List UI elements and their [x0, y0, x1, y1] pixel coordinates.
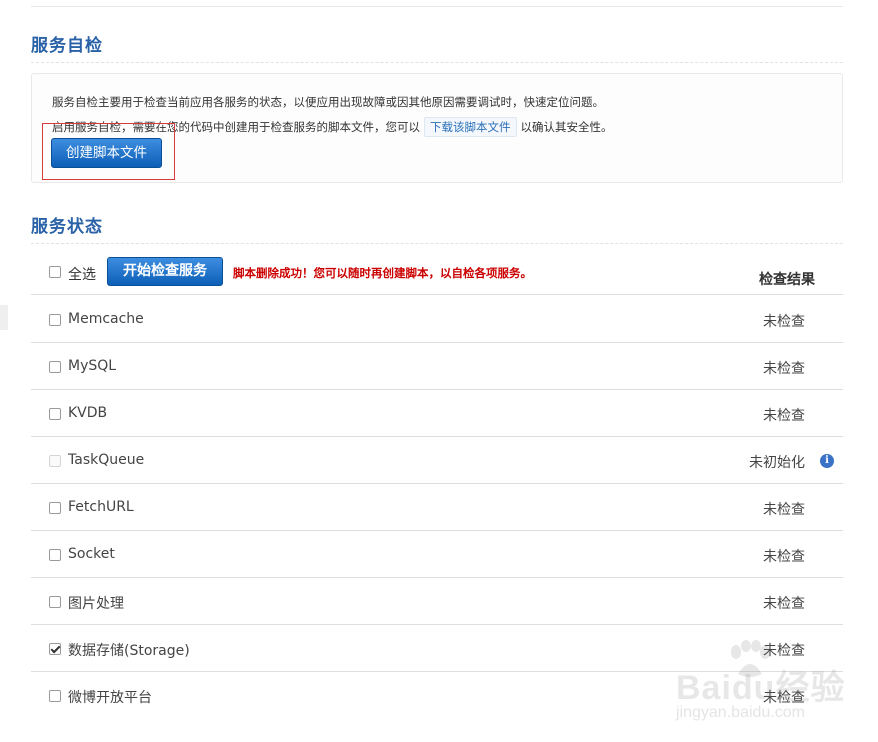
description-prefix: 启用服务自检，需要在您的代码中创建用于检查服务的脚本文件，您可以	[52, 120, 420, 134]
service-checkbox[interactable]	[49, 361, 61, 373]
service-status: 未检查	[763, 549, 805, 565]
service-checkbox[interactable]	[49, 549, 61, 561]
start-check-button[interactable]: 开始检查服务	[107, 257, 223, 286]
service-name: FetchURL	[68, 499, 134, 515]
service-status-divider	[31, 243, 843, 244]
service-status: 未检查	[763, 596, 805, 612]
success-message: 脚本删除成功！您可以随时再创建脚本，以自检各项服务。	[233, 266, 532, 280]
service-checkbox[interactable]	[49, 502, 61, 514]
service-name: 图片处理	[68, 596, 124, 612]
result-column-header: 检查结果	[759, 272, 815, 288]
service-checkbox	[49, 455, 61, 467]
service-name: MySQL	[68, 358, 117, 374]
service-row: 微博开放平台 未检查	[31, 672, 843, 719]
service-status: 未检查	[763, 314, 805, 330]
select-all-checkbox[interactable]	[49, 266, 61, 278]
service-status: 未检查	[763, 502, 805, 518]
description-suffix: 以确认其安全性。	[520, 120, 613, 134]
service-row: 数据存储(Storage) 未检查	[31, 625, 843, 672]
info-icon[interactable]: i	[820, 454, 834, 468]
service-row: TaskQueue 未初始化 i	[31, 437, 843, 484]
top-divider	[31, 6, 843, 7]
service-checkbox[interactable]	[49, 643, 61, 655]
service-name: TaskQueue	[68, 452, 145, 468]
left-edge-marker	[0, 305, 8, 330]
service-row: KVDB 未检查	[31, 390, 843, 437]
service-row: Socket 未检查	[31, 531, 843, 578]
self-check-description-2: 启用服务自检，需要在您的代码中创建用于检查服务的脚本文件，您可以 下载该脚本文件以…	[52, 117, 613, 137]
service-row: Memcache 未检查	[31, 296, 843, 343]
service-status: 未检查	[763, 643, 805, 659]
service-name: 数据存储(Storage)	[68, 643, 190, 659]
service-row: 图片处理 未检查	[31, 578, 843, 625]
service-row: MySQL 未检查	[31, 343, 843, 390]
create-script-button[interactable]: 创建脚本文件	[51, 138, 162, 168]
self-check-title: 服务自检	[31, 36, 103, 56]
self-check-panel: 服务自检主要用于检查当前应用各服务的状态，以便应用出现故障或因其他原因需要调试时…	[31, 73, 843, 183]
service-name: 微博开放平台	[68, 690, 152, 706]
download-script-link[interactable]: 下载该脚本文件	[424, 117, 517, 137]
service-status: 未检查	[763, 361, 805, 377]
select-all-label[interactable]: 全选	[68, 264, 96, 284]
service-checkbox[interactable]	[49, 690, 61, 702]
service-status: 未检查	[763, 408, 805, 424]
service-status: 未初始化	[749, 455, 805, 471]
service-row: FetchURL 未检查	[31, 484, 843, 531]
service-name: Socket	[68, 546, 115, 562]
self-check-divider	[31, 62, 843, 63]
service-status: 未检查	[763, 690, 805, 706]
self-check-description-1: 服务自检主要用于检查当前应用各服务的状态，以便应用出现故障或因其他原因需要调试时…	[52, 95, 604, 109]
service-name: KVDB	[68, 405, 108, 421]
service-status-title: 服务状态	[31, 217, 103, 237]
service-checkbox[interactable]	[49, 596, 61, 608]
service-checkbox[interactable]	[49, 314, 61, 326]
service-table-header: 全选 开始检查服务 脚本删除成功！您可以随时再创建脚本，以自检各项服务。 检查结…	[31, 250, 843, 295]
service-name: Memcache	[68, 311, 144, 327]
service-checkbox[interactable]	[49, 408, 61, 420]
